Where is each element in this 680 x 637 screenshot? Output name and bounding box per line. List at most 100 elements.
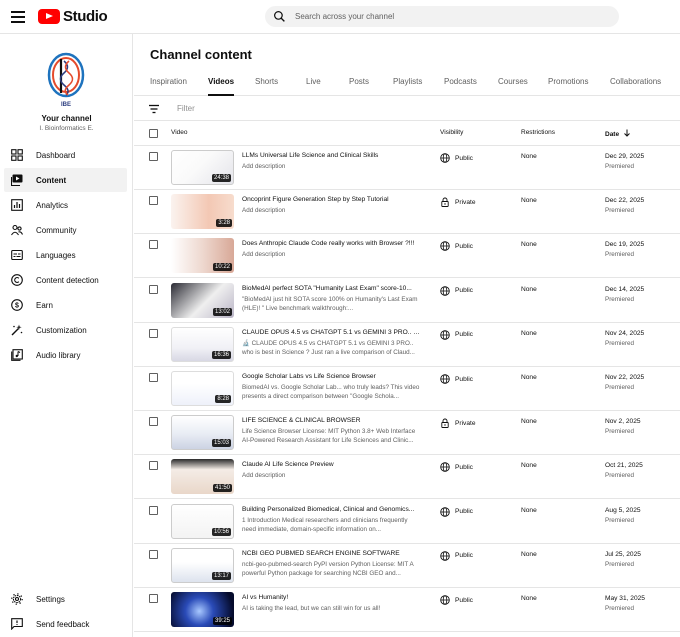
video-thumbnail[interactable]: 10:56 [171, 503, 234, 539]
visibility-dropdown[interactable]: Public [440, 330, 473, 340]
row-checkbox[interactable] [149, 505, 158, 515]
sidebar-item-content-detection[interactable]: Content detection [4, 268, 127, 292]
sidebar-item-languages[interactable]: Languages [4, 243, 127, 267]
tab-posts[interactable]: Posts [349, 77, 369, 96]
sidebar-item-analytics[interactable]: Analytics [4, 193, 127, 217]
studio-logo[interactable]: Studio [38, 8, 108, 25]
table-row[interactable]: 13:02 BioMedAI perfect SOTA "Humanity Las… [134, 279, 680, 323]
visibility-dropdown[interactable]: Private [440, 197, 476, 208]
table-row[interactable]: 3:28 Oncoprint Figure Generation Step by … [134, 190, 680, 235]
video-title[interactable]: LIFE SCIENCE & CLINICAL BROWSER [242, 417, 420, 424]
tab-playlists[interactable]: Playlists [393, 77, 422, 96]
row-checkbox[interactable] [149, 284, 158, 294]
search-input[interactable] [295, 12, 595, 21]
video-thumbnail[interactable]: 39:25 [171, 592, 234, 627]
visibility-dropdown[interactable]: Public [440, 374, 473, 384]
sidebar-item-content[interactable]: Content [4, 168, 127, 192]
table-row[interactable]: 8:28 Google Scholar Labs vs Life Science … [134, 367, 680, 411]
video-title[interactable]: Building Personalized Biomedical, Clinic… [242, 506, 420, 513]
visibility-dropdown[interactable]: Public [440, 551, 473, 561]
video-title[interactable]: Does Anthropic Claude Code really works … [242, 240, 420, 247]
table-row[interactable]: 24:38 LLMs Universal Life Science and Cli… [134, 146, 680, 190]
tab-collaborations[interactable]: Collaborations [610, 77, 661, 96]
table-row[interactable]: 13:17 NCBI GEO PUBMED SEARCH ENGINE SOFTW… [134, 544, 680, 588]
sidebar-item-settings[interactable]: Settings [4, 587, 127, 611]
channel-name[interactable]: Your channel [0, 114, 133, 123]
row-checkbox[interactable] [149, 461, 158, 471]
select-all-checkbox[interactable] [149, 129, 158, 138]
row-checkbox[interactable] [149, 594, 158, 603]
visibility-dropdown[interactable]: Public [440, 506, 473, 517]
row-checkbox[interactable] [149, 549, 158, 559]
video-thumbnail[interactable]: 15:03 [171, 415, 234, 451]
table-row[interactable]: 16:36 CLAUDE OPUS 4.5 vs CHATGPT 5.1 vs G… [134, 323, 680, 367]
row-checkbox[interactable] [149, 196, 158, 206]
video-thumbnail[interactable]: 41:50 [171, 459, 234, 495]
sidebar-item-customization[interactable]: Customization [4, 318, 127, 342]
tab-promotions[interactable]: Promotions [548, 77, 588, 96]
sidebar-item-community[interactable]: Community [4, 218, 127, 242]
video-description[interactable]: 1 Introduction Medical researchers and c… [242, 516, 420, 534]
table-row[interactable]: 39:25 AI vs Humanity! AI is taking the lea… [134, 588, 680, 632]
video-thumbnail[interactable]: 8:28 [171, 371, 234, 406]
row-checkbox[interactable] [149, 240, 158, 250]
menu-icon[interactable] [10, 9, 26, 25]
sidebar-item-audio-library[interactable]: Audio library [4, 343, 127, 367]
sidebar-item-dashboard[interactable]: Dashboard [4, 143, 127, 167]
row-checkbox[interactable] [149, 373, 158, 382]
table-row[interactable]: 10:56 Building Personalized Biomedical, C… [134, 500, 680, 544]
header-date[interactable]: Date [605, 129, 631, 138]
visibility-dropdown[interactable]: Public [440, 285, 473, 296]
tab-shorts[interactable]: Shorts [255, 77, 278, 96]
video-title[interactable]: BioMedAI perfect SOTA "Humanity Last Exa… [242, 285, 420, 292]
visibility-dropdown[interactable]: Private [440, 418, 476, 429]
video-title[interactable]: Oncoprint Figure Generation Step by Step… [242, 196, 420, 203]
video-description[interactable]: Add description [242, 471, 420, 480]
video-description[interactable]: AI is taking the lead, but we can still … [242, 604, 420, 613]
row-checkbox[interactable] [149, 417, 158, 427]
video-description[interactable]: ncbi-geo-pubmed-search PyPI version Pyth… [242, 560, 420, 578]
video-title[interactable]: CLAUDE OPUS 4.5 vs CHATGPT 5.1 vs GEMINI… [242, 329, 420, 336]
search-bar[interactable] [265, 6, 619, 27]
video-thumbnail[interactable]: 24:38 [171, 150, 234, 185]
filter-placeholder[interactable]: Filter [177, 104, 195, 113]
row-checkbox[interactable] [149, 328, 158, 338]
video-title[interactable]: NCBI GEO PUBMED SEARCH ENGINE SOFTWARE [242, 550, 420, 557]
visibility-dropdown[interactable]: Public [440, 153, 473, 163]
video-description[interactable]: 🔬 CLAUDE OPUS 4.5 vs CHATGPT 5.1 vs GEMI… [242, 339, 420, 357]
table-row[interactable]: 10:22 Does Anthropic Claude Code really w… [134, 234, 680, 279]
table-row[interactable]: 15:03 LIFE SCIENCE & CLINICAL BROWSER Life… [134, 411, 680, 456]
video-thumbnail[interactable]: 10:22 [171, 238, 234, 274]
filter-bar[interactable]: Filter [134, 97, 680, 121]
video-description[interactable]: Add description [242, 162, 420, 171]
video-thumbnail[interactable]: 16:36 [171, 326, 234, 362]
tab-live[interactable]: Live [306, 77, 321, 96]
video-title[interactable]: LLMs Universal Life Science and Clinical… [242, 152, 420, 159]
row-checkbox[interactable] [149, 152, 158, 161]
tab-courses[interactable]: Courses [498, 77, 528, 96]
header-restrictions[interactable]: Restrictions [521, 129, 555, 136]
video-title[interactable]: Google Scholar Labs vs Life Science Brow… [242, 373, 420, 380]
video-description[interactable]: BiomedAI vs. Google Scholar Lab... who t… [242, 383, 420, 401]
video-title[interactable]: AI vs Humanity! [242, 594, 420, 601]
sidebar-item-send-feedback[interactable]: Send feedback [4, 612, 127, 636]
tab-podcasts[interactable]: Podcasts [444, 77, 477, 96]
video-description[interactable]: Add description [242, 206, 420, 215]
visibility-dropdown[interactable]: Public [440, 462, 473, 473]
visibility-dropdown[interactable]: Public [440, 241, 473, 252]
video-thumbnail[interactable]: 3:28 [171, 194, 234, 230]
video-description[interactable]: "BioMedAI just hit SOTA score 100% on Hu… [242, 295, 420, 313]
video-title[interactable]: Claude AI Life Science Preview [242, 461, 420, 468]
filter-icon[interactable] [148, 103, 160, 115]
video-thumbnail[interactable]: 13:17 [171, 547, 234, 583]
table-row[interactable]: 41:50 Claude AI Life Science Preview Add d… [134, 455, 680, 500]
tab-videos[interactable]: Videos [208, 77, 235, 96]
tab-inspiration[interactable]: Inspiration [150, 77, 187, 96]
video-description[interactable]: Life Science Browser License: MIT Python… [242, 427, 420, 445]
header-visibility[interactable]: Visibility [440, 129, 463, 136]
channel-avatar[interactable]: IBE [44, 51, 88, 109]
sidebar-item-earn[interactable]: $ Earn [4, 293, 127, 317]
video-thumbnail[interactable]: 13:02 [171, 282, 234, 318]
visibility-dropdown[interactable]: Public [440, 595, 473, 605]
video-description[interactable]: Add description [242, 250, 420, 259]
